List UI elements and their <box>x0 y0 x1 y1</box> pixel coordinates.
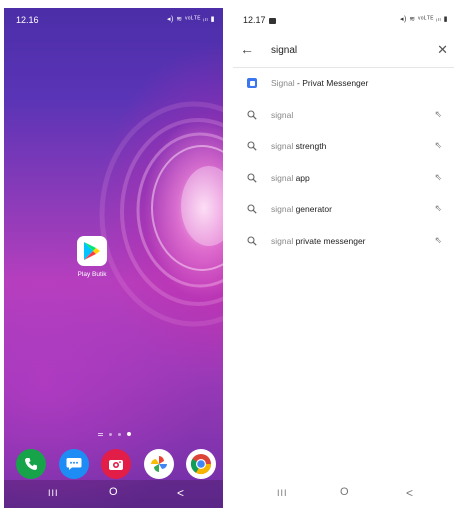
recents-button[interactable]: III <box>48 488 59 498</box>
image-notification-icon <box>268 17 276 24</box>
search-icon <box>247 204 257 214</box>
suggestion-item[interactable]: signal app ⇖ <box>233 163 454 195</box>
app-result-signal[interactable]: Signal - Privat Messenger <box>233 68 454 100</box>
back-button[interactable]: < <box>406 486 413 500</box>
search-icon <box>247 141 257 151</box>
back-button[interactable]: < <box>177 486 184 500</box>
fill-query-arrow-icon[interactable]: ⇖ <box>434 203 442 214</box>
suggestion-list: Signal - Privat Messenger signal ⇖ signa… <box>233 68 454 257</box>
status-icons: ◂) ≋ ᵛᵒᴸᵀᴱ ᵢₗₗ ▮ <box>166 16 215 23</box>
suggestion-label: signal app <box>271 172 310 183</box>
page-dot <box>109 432 112 436</box>
fill-query-arrow-icon[interactable]: ⇖ <box>434 109 442 120</box>
status-icons: ◂) ≋ ᵛᵒᴸᵀᴱ ᵢₗₗ ▮ <box>399 16 448 23</box>
fill-query-arrow-icon[interactable]: ⇖ <box>434 235 442 246</box>
page-dot-home <box>98 432 103 436</box>
search-icon <box>247 109 257 120</box>
play-store-label: Play Butik <box>77 271 107 278</box>
screenshot-pair: 12.16 ◂) ≋ ᵛᵒᴸᵀᴱ ᵢₗₗ ▮ Play Butik III O … <box>0 0 454 508</box>
search-input[interactable]: signal <box>271 45 297 56</box>
search-bar: ← signal ✕ <box>233 34 454 68</box>
status-time: 12.16 <box>16 15 39 25</box>
search-icon <box>247 172 257 183</box>
navigation-bar: III O < <box>4 480 223 508</box>
suggestion-item[interactable]: signal ⇖ <box>233 100 454 132</box>
page-dot <box>118 432 121 436</box>
page-indicator <box>98 432 131 436</box>
home-screen: 12.16 ◂) ≋ ᵛᵒᴸᵀᴱ ᵢₗₗ ▮ Play Butik III O … <box>4 8 223 508</box>
play-store-icon <box>77 236 107 266</box>
photos-app-icon[interactable] <box>143 449 174 479</box>
play-store-app[interactable]: Play Butik <box>72 236 112 278</box>
suggestion-label: signal strength <box>271 141 327 151</box>
status-bar: 12.17 ◂) ≋ ᵛᵒᴸᵀᴱ ᵢₗₗ ▮ <box>243 14 448 28</box>
page-dot-active <box>127 432 131 436</box>
messages-app-icon[interactable] <box>58 449 89 479</box>
navigation-bar: III O < <box>233 480 454 508</box>
home-button[interactable]: O <box>109 486 118 498</box>
status-bar: 12.16 ◂) ≋ ᵛᵒᴸᵀᴱ ᵢₗₗ ▮ <box>16 14 215 28</box>
signal-app-icon <box>247 78 257 88</box>
suggestion-item[interactable]: signal generator ⇖ <box>233 194 454 226</box>
recents-button[interactable]: III <box>277 488 288 498</box>
suggestion-label: signal <box>271 109 294 120</box>
back-arrow-icon[interactable]: ← <box>240 41 254 57</box>
suggestion-item[interactable]: signal private messenger ⇖ <box>233 226 454 258</box>
clear-search-icon[interactable]: ✕ <box>437 42 448 58</box>
app-result-label: Signal - Privat Messenger <box>271 78 369 88</box>
fill-query-arrow-icon[interactable]: ⇖ <box>434 172 442 183</box>
suggestion-label: signal generator <box>271 204 332 214</box>
play-store-search-screen: 12.17 ◂) ≋ ᵛᵒᴸᵀᴱ ᵢₗₗ ▮ ← signal ✕ Signal… <box>233 8 454 508</box>
dock <box>16 449 216 479</box>
camera-app-icon[interactable] <box>101 449 131 479</box>
suggestion-item[interactable]: signal strength ⇖ <box>233 131 454 163</box>
chrome-app-icon[interactable] <box>186 449 216 479</box>
fill-query-arrow-icon[interactable]: ⇖ <box>434 140 442 151</box>
phone-app-icon[interactable] <box>16 449 46 479</box>
suggestion-label: signal private messenger <box>271 235 366 246</box>
search-icon <box>247 235 257 246</box>
status-time: 12.17 <box>243 15 276 25</box>
home-button[interactable]: O <box>340 486 349 498</box>
